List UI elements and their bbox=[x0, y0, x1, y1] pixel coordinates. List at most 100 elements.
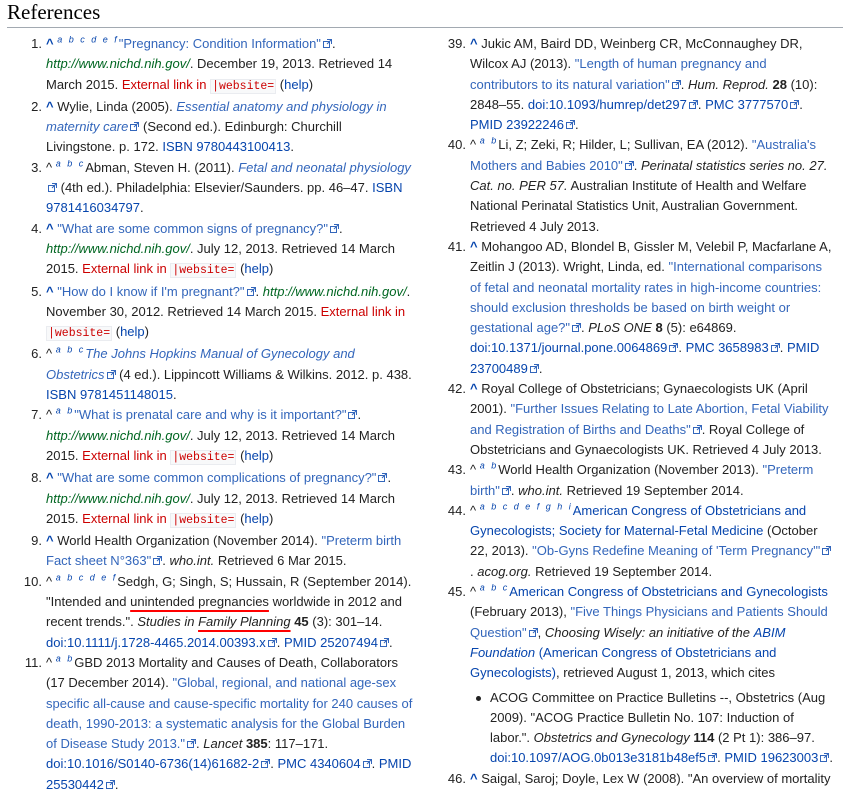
highlighted-phrase: unintended pregnancies bbox=[130, 594, 269, 610]
reference-item: 8. ^ "What are some common complications… bbox=[31, 468, 396, 528]
ref-journal: PLoS ONE bbox=[588, 320, 652, 336]
external-link-icon bbox=[261, 754, 271, 769]
backlink-caret[interactable]: ^ bbox=[46, 470, 54, 485]
backlink-caret[interactable]: ^ bbox=[470, 381, 478, 396]
ref-rest: (5): e64869. bbox=[666, 320, 737, 336]
external-link-icon bbox=[105, 775, 115, 789]
backlinks[interactable]: a b c d e f bbox=[56, 572, 118, 582]
isbn-link[interactable]: ISBN 9780443100413 bbox=[162, 139, 290, 154]
ref-title-link[interactable]: "What are some common signs of pregnancy… bbox=[57, 221, 328, 236]
external-link-icon bbox=[267, 633, 277, 647]
external-link-icon bbox=[246, 282, 256, 296]
ref-title-link[interactable]: "How do I know if I'm pregnant?" bbox=[57, 284, 244, 299]
website-url[interactable]: http://www.nichd.nih.gov/ bbox=[46, 56, 190, 71]
ref-rest: (4th ed.). Philadelphia: Elsevier/Saunde… bbox=[60, 180, 369, 196]
backlinks[interactable]: a b bbox=[56, 406, 75, 416]
reference-item: 46. ^ Saigal, Saroj; Doyle, Lex W (2008)… bbox=[448, 769, 834, 789]
citation-error: External link in bbox=[320, 303, 406, 319]
ref-journal: Hum. Reprod. bbox=[687, 76, 769, 92]
backlinks[interactable]: a b bbox=[480, 136, 499, 146]
backlink-caret[interactable]: ^ bbox=[46, 533, 54, 548]
citation-error: External link in bbox=[82, 447, 167, 463]
help-link[interactable]: help bbox=[244, 511, 269, 526]
ref-title-link[interactable]: "What are some common complications of p… bbox=[57, 470, 376, 485]
external-link-icon bbox=[528, 623, 538, 637]
backlink-caret[interactable]: ^ bbox=[46, 284, 54, 299]
external-link-icon bbox=[688, 95, 698, 109]
ref-author-link[interactable]: American Congress of Obstetricians and G… bbox=[509, 584, 828, 599]
backlink-caret[interactable]: ^ bbox=[46, 221, 54, 236]
pmc-link[interactable]: PMC 3777570 bbox=[705, 97, 788, 112]
reference-item: 43. ^ a bWorld Health Organization (Nove… bbox=[447, 460, 814, 498]
reference-item: 42. ^ Royal College of Obstetricians; Gy… bbox=[448, 379, 834, 460]
ref-number: 5. bbox=[31, 283, 42, 299]
ref-number: 4. bbox=[31, 220, 42, 236]
references-column-right: 39. ^ Jukic AM, Baird DD, Weinberg CR, M… bbox=[447, 34, 834, 789]
highlighted-journal: Family Planning bbox=[198, 614, 291, 630]
ref-number: 46. bbox=[447, 770, 466, 786]
ref-title-link[interactable]: "What is prenatal care and why is it imp… bbox=[74, 407, 346, 422]
backlinks[interactable]: a b c bbox=[480, 583, 510, 593]
external-link-icon bbox=[822, 541, 832, 556]
isbn-link[interactable]: ISBN 9781451148015 bbox=[46, 387, 173, 402]
backlinks[interactable]: a b c bbox=[56, 345, 86, 355]
backlink-caret[interactable]: ^ bbox=[46, 99, 54, 114]
doi-link[interactable]: doi:10.1097/AOG.0b013e3181b48ef5 bbox=[490, 750, 706, 765]
reference-item: 45. ^ a b cAmerican Congress of Obstetri… bbox=[448, 582, 834, 769]
reference-item: 10. ^ a b c d e fSedgh, G; Singh, S; Hus… bbox=[23, 572, 412, 650]
external-link-icon bbox=[669, 338, 679, 353]
external-link-icon bbox=[348, 405, 358, 420]
external-link-icon bbox=[330, 219, 340, 233]
external-link-icon bbox=[378, 468, 388, 483]
ref-publisher: Choosing Wisely: an initiative of the bbox=[544, 624, 750, 640]
backlink-caret[interactable]: ^ bbox=[470, 36, 478, 51]
backlinks[interactable]: a b c d e f bbox=[57, 35, 119, 45]
ref-author: Abman, Steven H. (2011). bbox=[85, 159, 235, 175]
references-heading: References bbox=[7, 0, 101, 24]
website-url[interactable]: http://www.nichd.nih.gov/ bbox=[46, 491, 190, 506]
ref-work: who.int. bbox=[169, 553, 215, 569]
pmid-link[interactable]: PMID 23922246 bbox=[470, 117, 564, 132]
external-link-icon bbox=[322, 34, 332, 48]
pmid-link[interactable]: PMID 25207494 bbox=[284, 635, 378, 650]
doi-link[interactable]: doi:10.1111/j.1728-4465.2014.00393.x bbox=[46, 635, 266, 650]
external-link-icon bbox=[708, 748, 718, 763]
website-url[interactable]: http://www.nichd.nih.gov/ bbox=[263, 284, 407, 299]
external-link-icon bbox=[48, 178, 57, 193]
backlink-caret[interactable]: ^ bbox=[470, 239, 478, 254]
references-column-left: 1. ^ a b c d e f"Pregnancy: Condition In… bbox=[23, 34, 414, 795]
doi-link[interactable]: doi:10.1371/journal.pone.0064869 bbox=[470, 340, 667, 355]
ref-number: 2. bbox=[31, 98, 42, 114]
ref-rest: Retrieved 6 Mar 2015. bbox=[217, 553, 347, 569]
external-link-icon bbox=[362, 754, 372, 769]
backlink-caret[interactable]: ^ bbox=[470, 771, 478, 786]
sub-rest: (2 Pt 1): 386–97. bbox=[717, 730, 815, 746]
ref-title-link[interactable]: "Pregnancy: Condition Information" bbox=[119, 36, 321, 51]
help-link[interactable]: help bbox=[120, 324, 145, 339]
ref-number: 41. bbox=[447, 238, 466, 254]
reference-item: 4. ^ "What are some common signs of preg… bbox=[31, 219, 396, 279]
ref-number: 44. bbox=[447, 502, 466, 518]
pmid-link[interactable]: PMID 19623003 bbox=[724, 750, 818, 765]
backlinks[interactable]: a b bbox=[480, 461, 499, 471]
backlinks[interactable]: a b bbox=[56, 654, 75, 664]
reference-item: 6. ^ a b cThe Johns Hopkins Manual of Gy… bbox=[31, 345, 412, 403]
website-url[interactable]: http://www.nichd.nih.gov/ bbox=[46, 428, 190, 443]
backlinks[interactable]: a b c d e f g h i bbox=[480, 502, 573, 512]
backlinks[interactable]: a b c bbox=[56, 158, 86, 168]
help-link[interactable]: help bbox=[244, 261, 269, 276]
ref-number: 10. bbox=[23, 573, 42, 589]
pmc-link[interactable]: PMC 4340604 bbox=[277, 756, 360, 771]
sub-volume: 114 bbox=[693, 730, 715, 746]
ref-title-link[interactable]: "Ob-Gyns Redefine Meaning of 'Term Pregn… bbox=[532, 543, 820, 558]
doi-link[interactable]: doi:10.1093/humrep/det297 bbox=[528, 97, 687, 112]
doi-link[interactable]: doi:10.1016/S0140-6736(14)61682-2 bbox=[46, 756, 259, 771]
pmc-link[interactable]: PMC 3658983 bbox=[686, 340, 769, 355]
reference-item: 1. ^ a b c d e f"Pregnancy: Condition In… bbox=[31, 34, 393, 94]
ref-rest: (3): 301–14. bbox=[312, 614, 383, 630]
external-link-icon bbox=[379, 633, 389, 647]
help-link[interactable]: help bbox=[284, 77, 309, 92]
website-url[interactable]: http://www.nichd.nih.gov/ bbox=[46, 241, 190, 256]
ref-book-link[interactable]: Fetal and neonatal physiology bbox=[238, 160, 411, 175]
help-link[interactable]: help bbox=[244, 448, 269, 463]
